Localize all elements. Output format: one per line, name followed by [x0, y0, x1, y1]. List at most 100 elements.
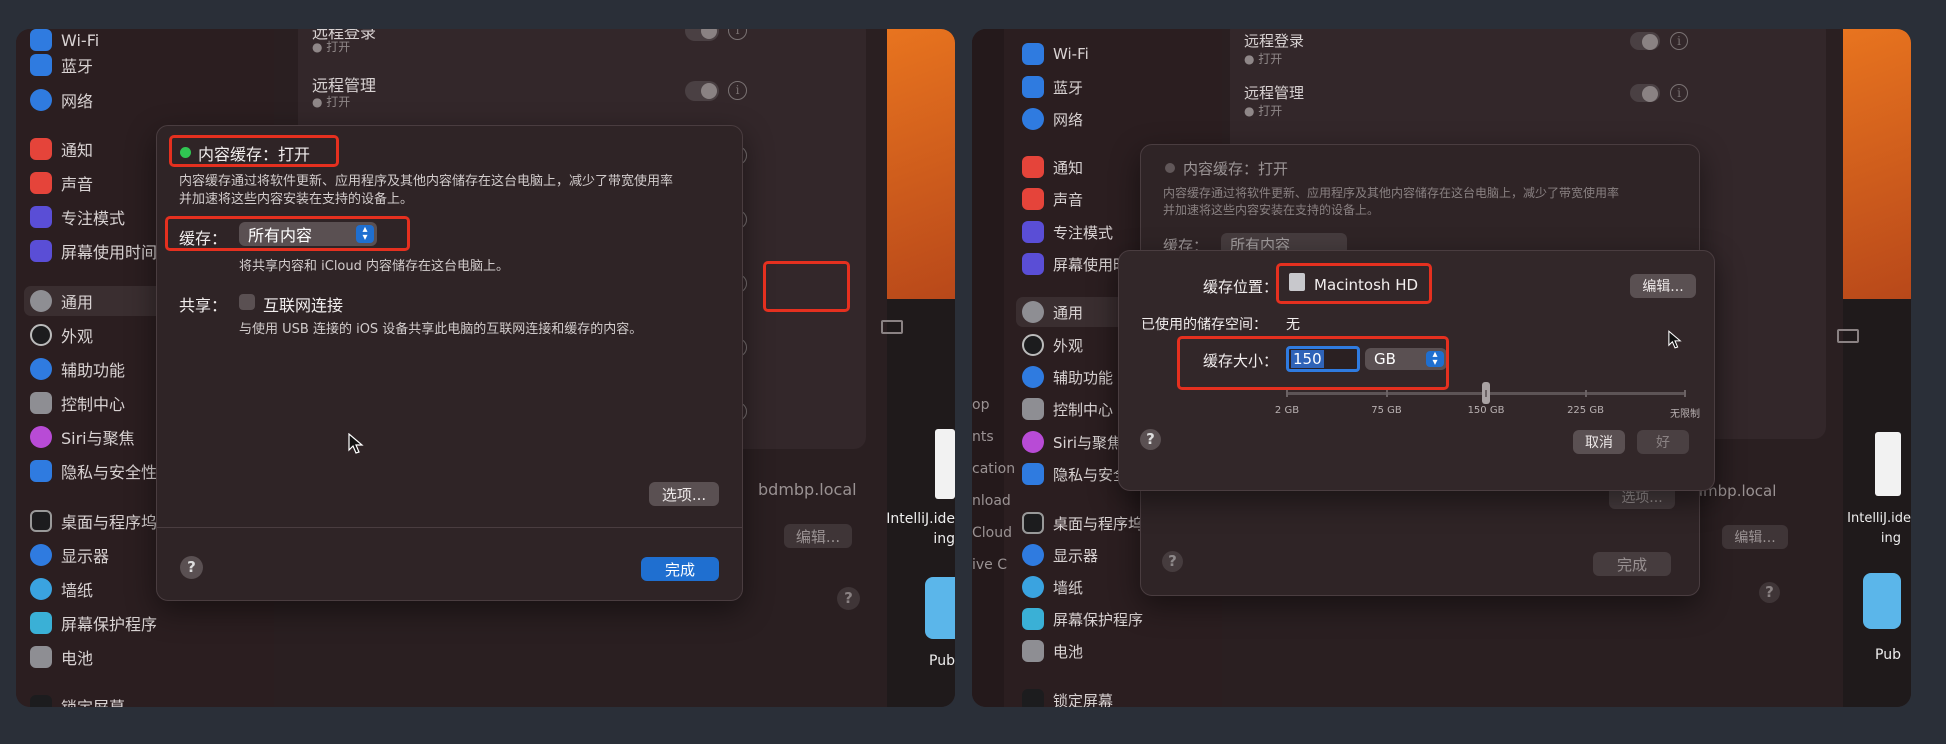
share-label: 共享：: [179, 296, 228, 315]
battery-icon: [1022, 640, 1044, 662]
partial-label: Cloud: [972, 525, 1012, 541]
help-button[interactable]: ?: [1759, 582, 1780, 603]
slider-tick: [1385, 390, 1388, 397]
done-button[interactable]: 完成: [641, 557, 719, 581]
remote-management-status: ● 打开: [312, 95, 351, 109]
mouse-cursor-icon: [348, 433, 364, 454]
sidebar-item-focus[interactable]: 专注模式: [1022, 217, 1113, 247]
sidebar-item-desktop-dock[interactable]: 桌面与程序坞: [30, 506, 157, 536]
remote-login-status: ● 打开: [1244, 52, 1283, 66]
speaker-icon: [1022, 188, 1044, 210]
sidebar-item-notifications[interactable]: 通知: [30, 134, 93, 164]
sidebar-item-sound[interactable]: 声音: [1022, 184, 1083, 214]
sidebar-item-bluetooth[interactable]: 蓝牙: [1022, 72, 1083, 102]
ok-button[interactable]: 好: [1637, 430, 1689, 454]
gear-icon: [1022, 301, 1044, 323]
sidebar-item-privacy[interactable]: 隐私与安全性: [30, 456, 157, 486]
sidebar-item-control-center[interactable]: 控制中心: [30, 388, 125, 418]
appearance-icon: [1022, 334, 1044, 356]
folder-icon[interactable]: [925, 577, 955, 639]
sidebar-item-network[interactable]: 网络: [30, 85, 93, 115]
display-icon: [881, 320, 903, 334]
highlight-cache-size: [1177, 336, 1449, 390]
info-icon[interactable]: i: [728, 29, 747, 40]
partial-label: nload: [972, 493, 1011, 509]
content-caching-dialog: 内容缓存：打开 内容缓存通过将软件更新、应用程序及其他内容储存在这台电脑上，减少…: [156, 125, 743, 601]
sidebar-item-notifications[interactable]: 通知: [1022, 152, 1083, 182]
sidebar-item-appearance[interactable]: 外观: [1022, 330, 1083, 360]
sidebar-item-wifi[interactable]: Wi-Fi: [1022, 39, 1089, 69]
info-icon[interactable]: i: [728, 81, 747, 100]
bell-icon: [30, 138, 52, 160]
sidebar-item-lock-screen[interactable]: 锁定屏幕: [1022, 685, 1113, 707]
help-button[interactable]: ?: [180, 556, 203, 579]
sidebar-item-displays[interactable]: 显示器: [1022, 540, 1098, 570]
info-icon[interactable]: i: [1670, 84, 1688, 102]
sidebar-item-lock-screen[interactable]: 锁定屏幕: [30, 691, 125, 707]
sidebar-item-accessibility[interactable]: 辅助功能: [30, 354, 125, 384]
sidebar-item-control-center[interactable]: 控制中心: [1022, 394, 1113, 424]
file-icon[interactable]: [935, 429, 955, 499]
sidebar-item-bluetooth[interactable]: 蓝牙: [30, 50, 93, 80]
slider-tick-label: 2 GB: [1274, 405, 1300, 416]
remote-login-toggle[interactable]: [685, 29, 719, 41]
sidebar-item-desktop-dock[interactable]: 桌面与程序坞: [1022, 508, 1143, 538]
hostname-edit-button[interactable]: 编辑...: [784, 524, 852, 548]
sidebar-item-screen-time[interactable]: 屏幕使用时间: [30, 236, 157, 266]
sidebar-item-appearance[interactable]: 外观: [30, 320, 93, 350]
internet-connection-checkbox[interactable]: [239, 294, 255, 310]
hostname-edit-button[interactable]: 编辑...: [1722, 525, 1788, 549]
description-line-2: 并加速将这些内容安装在支持的设备上。: [1163, 203, 1380, 217]
desktop-folder-label: Pub: [929, 653, 955, 669]
display-icon: [1837, 329, 1859, 343]
window-edge: [972, 29, 1004, 707]
options-button[interactable]: 选项...: [649, 482, 719, 506]
sidebar-item-battery[interactable]: 电池: [30, 642, 93, 672]
file-icon[interactable]: [1875, 432, 1901, 496]
description-line-1: 内容缓存通过将软件更新、应用程序及其他内容储存在这台电脑上，减少了带宽使用率: [1163, 186, 1620, 200]
sidebar-item-screensaver[interactable]: 屏幕保护程序: [30, 608, 157, 638]
settings-window-right: Wi-Fi 蓝牙 网络 通知 声音 专注模式 屏幕使用时间 通用 外观 辅助功能…: [972, 29, 1911, 707]
partial-label: ive C: [972, 557, 1008, 573]
dock-icon: [30, 510, 52, 532]
siri-icon: [1022, 431, 1044, 453]
remote-login-toggle[interactable]: [1630, 32, 1660, 50]
help-button[interactable]: ?: [1140, 429, 1161, 450]
cancel-button[interactable]: 取消: [1573, 430, 1625, 454]
remote-management-toggle[interactable]: [685, 81, 719, 101]
dock-icon: [1022, 512, 1044, 534]
sidebar-item-focus[interactable]: 专注模式: [30, 202, 125, 232]
wifi-icon: [30, 29, 52, 51]
sidebar-item-displays[interactable]: 显示器: [30, 540, 109, 570]
remote-management-status: ● 打开: [1244, 104, 1283, 118]
screensaver-icon: [1022, 608, 1044, 630]
info-icon[interactable]: i: [1670, 32, 1688, 50]
slider-tick-label: 225 GB: [1567, 405, 1604, 416]
sidebar-item-network[interactable]: 网络: [1022, 104, 1083, 134]
sidebar-item-battery[interactable]: 电池: [1022, 636, 1083, 666]
sidebar-item-wallpaper[interactable]: 墙纸: [1022, 572, 1083, 602]
help-button[interactable]: ?: [1162, 551, 1183, 572]
sidebar-item-screensaver[interactable]: 屏幕保护程序: [1022, 604, 1143, 634]
partial-label: op: [972, 397, 990, 413]
slider-tick: [1684, 390, 1686, 397]
done-button[interactable]: 完成: [1593, 552, 1671, 576]
sidebar-item-wallpaper[interactable]: 墙纸: [30, 574, 93, 604]
help-button[interactable]: ?: [837, 587, 860, 610]
location-edit-button[interactable]: 编辑...: [1630, 274, 1696, 298]
remote-management-toggle[interactable]: [1630, 84, 1660, 102]
sun-icon: [1022, 544, 1044, 566]
gear-icon: [30, 290, 52, 312]
remote-login-title: 远程登录: [1244, 32, 1305, 50]
cache-location-label: 缓存位置：: [1203, 278, 1279, 296]
sidebar-item-siri[interactable]: Siri与聚焦: [30, 422, 135, 452]
hand-icon: [1022, 463, 1044, 485]
partial-label: cation: [972, 461, 1016, 477]
accessibility-icon: [30, 358, 52, 380]
sidebar-item-accessibility[interactable]: 辅助功能: [1022, 362, 1113, 392]
remote-login-status: ● 打开: [312, 40, 351, 54]
folder-icon[interactable]: [1863, 573, 1901, 629]
control-center-icon: [1022, 398, 1044, 420]
sidebar-item-siri[interactable]: Siri与聚焦: [1022, 427, 1122, 457]
sidebar-item-sound[interactable]: 声音: [30, 168, 93, 198]
